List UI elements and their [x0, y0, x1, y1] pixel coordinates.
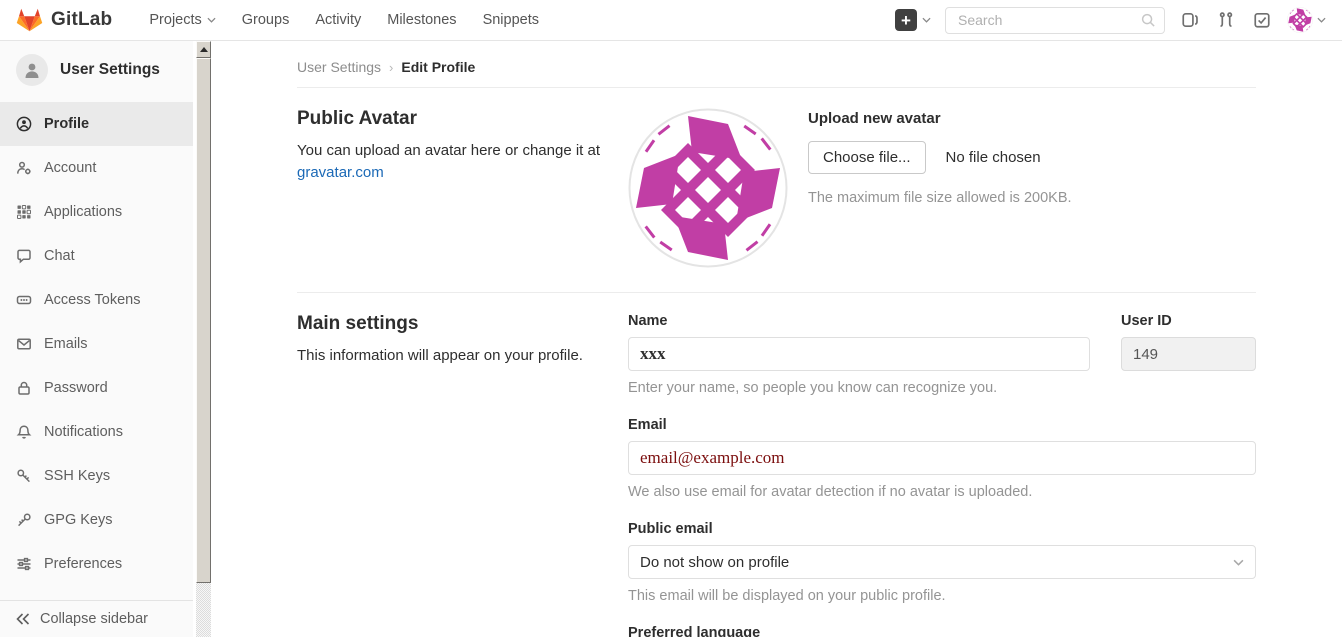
merge-request-icon[interactable]: [1215, 9, 1237, 31]
sidebar-item-access-tokens[interactable]: Access Tokens: [0, 278, 193, 322]
public-email-label: Public email: [628, 521, 1256, 537]
breadcrumb-separator: ›: [389, 60, 393, 75]
chevron-down-icon: [922, 17, 931, 23]
user-id-label: User ID: [1121, 313, 1256, 329]
lock-icon: [16, 380, 32, 396]
sidebar-title: User Settings: [60, 61, 160, 79]
menu-groups[interactable]: Groups: [231, 6, 301, 34]
email-field[interactable]: [628, 441, 1256, 475]
key-icon: [16, 512, 32, 528]
email-help-text: We also use email for avatar detection i…: [628, 484, 1256, 500]
public-email-select[interactable]: Do not show on profile: [628, 545, 1256, 579]
no-file-chosen-text: No file chosen: [946, 149, 1041, 166]
sidebar-item-ssh-keys[interactable]: SSH Keys: [0, 454, 193, 498]
user-avatar[interactable]: [1287, 7, 1313, 33]
sidebar-item-notifications[interactable]: Notifications: [0, 410, 193, 454]
todo-done-icon[interactable]: [1251, 9, 1273, 31]
name-field[interactable]: [628, 337, 1090, 371]
sidebar-item-gpg-keys[interactable]: GPG Keys: [0, 498, 193, 542]
settings-sidebar: User Settings Profile Acc: [0, 41, 211, 637]
upload-avatar-block: Upload new avatar Choose file... No file…: [808, 108, 1072, 268]
preferred-language-label: Preferred language: [628, 625, 1256, 637]
grid-icon: [16, 204, 32, 220]
issues-icon[interactable]: [1179, 9, 1201, 31]
sidebar-item-label: Profile: [44, 116, 89, 132]
sliders-icon: [16, 556, 32, 572]
main-settings-section: Main settings This information will appe…: [297, 293, 1256, 637]
brand-name: GitLab: [51, 9, 112, 31]
sidebar-scrollbar[interactable]: [196, 41, 211, 637]
tanuki-icon: [16, 7, 43, 33]
sidebar-item-label: Notifications: [44, 424, 123, 440]
upload-avatar-title: Upload new avatar: [808, 110, 1072, 127]
chevron-down-icon: [207, 17, 216, 23]
plus-icon[interactable]: +: [895, 9, 917, 31]
public-avatar-section: Public Avatar You can upload an avatar h…: [297, 88, 1256, 293]
sidebar-item-label: Emails: [44, 336, 88, 352]
chat-bubble-icon: [16, 248, 32, 264]
scrollbar-thumb[interactable]: [196, 58, 211, 583]
sidebar-item-label: Access Tokens: [44, 292, 140, 308]
sidebar-item-profile[interactable]: Profile: [0, 102, 193, 146]
section-title: Main settings: [297, 313, 604, 335]
breadcrumb-edit-profile: Edit Profile: [401, 59, 475, 75]
sidebar-item-label: Account: [44, 160, 96, 176]
search-box: [945, 7, 1165, 34]
sidebar-header: User Settings: [0, 41, 193, 102]
breadcrumb-user-settings[interactable]: User Settings: [297, 59, 381, 75]
sidebar-item-label: Password: [44, 380, 108, 396]
key-icon: [16, 468, 32, 484]
avatar-description: You can upload an avatar here or change …: [297, 142, 600, 159]
public-email-selected-value: Do not show on profile: [640, 554, 789, 571]
user-settings-avatar-icon: [16, 54, 48, 86]
name-help-text: Enter your name, so people you know can …: [628, 380, 1256, 396]
choose-file-button[interactable]: Choose file...: [808, 141, 926, 174]
token-icon: [16, 292, 32, 308]
angle-double-left-icon: [16, 613, 30, 625]
gitlab-logo[interactable]: GitLab: [16, 7, 112, 33]
sidebar-item-emails[interactable]: Emails: [0, 322, 193, 366]
menu-milestones[interactable]: Milestones: [376, 6, 467, 34]
profile-avatar-image: [628, 108, 788, 268]
breadcrumb: User Settings › Edit Profile: [297, 57, 1256, 87]
sidebar-item-label: SSH Keys: [44, 468, 110, 484]
chevron-down-icon: [1317, 17, 1326, 23]
chevron-down-icon: [1233, 559, 1244, 566]
section-title: Public Avatar: [297, 108, 604, 130]
sidebar-item-chat[interactable]: Chat: [0, 234, 193, 278]
sidebar-item-password[interactable]: Password: [0, 366, 193, 410]
max-file-size-note: The maximum file size allowed is 200KB.: [808, 190, 1072, 206]
public-email-help-text: This email will be displayed on your pub…: [628, 588, 1256, 604]
sidebar-item-label: Chat: [44, 248, 75, 264]
menu-activity[interactable]: Activity: [304, 6, 372, 34]
envelope-icon: [16, 336, 32, 352]
menu-snippets[interactable]: Snippets: [472, 6, 550, 34]
collapse-sidebar-button[interactable]: Collapse sidebar: [0, 600, 193, 637]
sidebar-item-label: Applications: [44, 204, 122, 220]
new-dropdown[interactable]: +: [895, 9, 931, 31]
top-navbar: GitLab Projects Groups Activity Mileston…: [0, 0, 1342, 41]
main-menu: Projects Groups Activity Milestones Snip…: [138, 6, 550, 34]
main-settings-description: This information will appear on your pro…: [297, 345, 604, 367]
menu-projects[interactable]: Projects: [138, 6, 226, 34]
main-content: User Settings › Edit Profile Public Avat…: [211, 41, 1342, 637]
sidebar-item-account[interactable]: Account: [0, 146, 193, 190]
name-label: Name: [628, 313, 1090, 329]
scrollbar-up-arrow[interactable]: [196, 41, 211, 58]
email-label: Email: [628, 417, 1256, 433]
collapse-sidebar-label: Collapse sidebar: [40, 611, 148, 627]
navbar-right: +: [895, 7, 1326, 34]
search-input[interactable]: [945, 7, 1165, 34]
bell-icon: [16, 424, 32, 440]
user-gear-icon: [16, 160, 32, 176]
sidebar-item-preferences[interactable]: Preferences: [0, 542, 193, 586]
sidebar-item-applications[interactable]: Applications: [0, 190, 193, 234]
search-icon: [1141, 13, 1156, 28]
gravatar-link[interactable]: gravatar.com: [297, 164, 384, 181]
user-circle-icon: [16, 116, 32, 132]
sidebar-item-label: Preferences: [44, 556, 122, 572]
user-menu[interactable]: [1287, 7, 1326, 33]
sidebar-item-label: GPG Keys: [44, 512, 113, 528]
user-id-field: [1121, 337, 1256, 371]
